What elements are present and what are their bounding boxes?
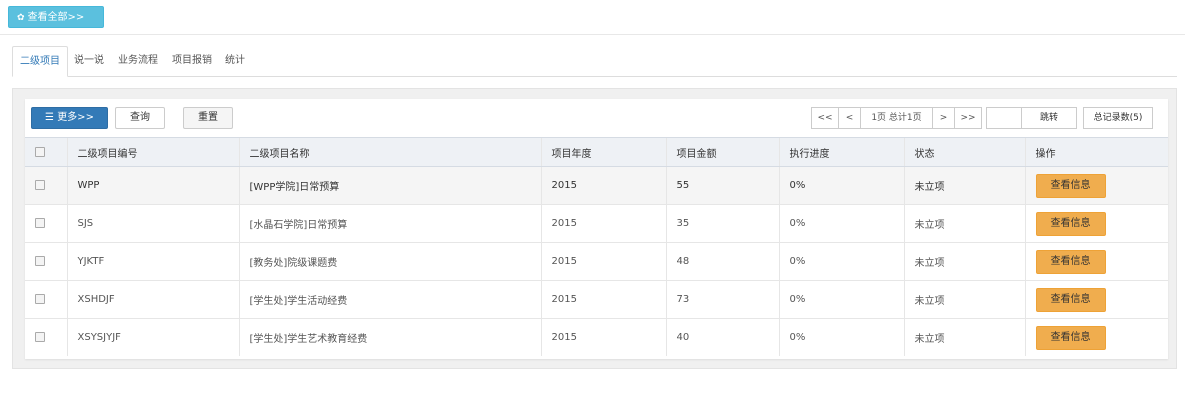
row-checkbox[interactable]	[35, 256, 45, 266]
tab-bar: 二级项目 说一说 业务流程 项目报销 统计	[12, 46, 1177, 77]
view-info-button[interactable]: 查看信息	[1035, 249, 1106, 274]
row-checkbox[interactable]	[35, 332, 45, 342]
next-page-button[interactable]: >	[932, 107, 955, 129]
table-row[interactable]: XSHDJF [学生处]学生活动经费 2015 73 0% 未立项 查看信息	[25, 280, 1168, 319]
list-icon: ☰	[45, 112, 54, 123]
cell-name: [学生处]学生艺术教育经费	[238, 318, 541, 356]
col-header-action: 操作	[1024, 137, 1168, 167]
tab-secondary-project[interactable]: 二级项目	[12, 46, 68, 77]
row-checkbox[interactable]	[35, 218, 45, 228]
first-page-button[interactable]: <<	[811, 107, 839, 129]
cell-code: YJKTF	[66, 242, 239, 281]
col-header-code: 二级项目编号	[66, 137, 239, 167]
project-table: 二级项目编号 二级项目名称 项目年度 项目金额 执行进度 状态 操作 WPP […	[25, 137, 1168, 356]
view-info-button[interactable]: 查看信息	[1035, 173, 1106, 198]
cell-status: 未立项	[903, 204, 1025, 243]
cell-name: [教务处]院级课题费	[238, 242, 541, 281]
table-row[interactable]: SJS [水晶石学院]日常预算 2015 35 0% 未立项 查看信息	[25, 204, 1168, 243]
jump-page-input[interactable]	[986, 107, 1022, 129]
cell-amount: 55	[665, 166, 779, 205]
col-header-progress: 执行进度	[778, 137, 904, 167]
cell-year: 2015	[540, 166, 666, 205]
cell-amount: 35	[665, 204, 779, 243]
cell-amount: 73	[665, 280, 779, 319]
jump-button[interactable]: 跳转	[1021, 107, 1077, 129]
tab-talk[interactable]: 说一说	[70, 46, 108, 76]
tab-reimbursement[interactable]: 项目报销	[167, 46, 217, 76]
cell-name: [学生处]学生活动经费	[238, 280, 541, 319]
tab-statistics[interactable]: 统计	[221, 46, 249, 76]
table-row[interactable]: YJKTF [教务处]院级课题费 2015 48 0% 未立项 查看信息	[25, 242, 1168, 281]
prev-page-button[interactable]: <	[838, 107, 861, 129]
col-header-name: 二级项目名称	[238, 137, 541, 167]
row-checkbox[interactable]	[35, 180, 45, 190]
col-header-year: 项目年度	[540, 137, 666, 167]
cell-code: SJS	[66, 204, 239, 243]
cell-year: 2015	[540, 242, 666, 281]
cell-year: 2015	[540, 204, 666, 243]
query-button[interactable]: 查询	[115, 107, 165, 129]
top-divider	[0, 34, 1185, 35]
pagination: << < 1页 总计1页 > >> 跳转 总记录数(5)	[811, 107, 1166, 129]
cell-amount: 40	[665, 318, 779, 356]
view-info-button[interactable]: 查看信息	[1035, 211, 1106, 236]
row-checkbox[interactable]	[35, 294, 45, 304]
page-info: 1页 总计1页	[860, 107, 933, 129]
col-header-status: 状态	[903, 137, 1025, 167]
tab-business-process[interactable]: 业务流程	[112, 46, 164, 76]
table-row[interactable]: XSYSJYJF [学生处]学生艺术教育经费 2015 40 0% 未立项 查看…	[25, 318, 1168, 356]
view-all-label: 查看全部>>	[27, 12, 85, 23]
reset-button[interactable]: 重置	[183, 107, 233, 129]
cell-progress: 0%	[778, 318, 904, 356]
gear-icon: ✿	[17, 13, 25, 23]
more-label: 更多>>	[57, 112, 94, 123]
cell-code: XSYSJYJF	[66, 318, 239, 356]
cell-year: 2015	[540, 280, 666, 319]
cell-name: [水晶石学院]日常预算	[238, 204, 541, 243]
more-button[interactable]: ☰ 更多>>	[31, 107, 108, 129]
table-row[interactable]: WPP [WPP学院]日常预算 2015 55 0% 未立项 查看信息	[25, 166, 1168, 205]
view-all-button[interactable]: ✿ 查看全部>>	[8, 6, 104, 28]
table-header-row: 二级项目编号 二级项目名称 项目年度 项目金额 执行进度 状态 操作	[25, 137, 1168, 167]
list-card: ☰ 更多>> 查询 重置 << < 1页 总计1页 > >> 跳转 总记录数(5…	[25, 99, 1168, 359]
cell-code: XSHDJF	[66, 280, 239, 319]
cell-status: 未立项	[903, 166, 1025, 205]
cell-status: 未立项	[903, 280, 1025, 319]
select-all-checkbox[interactable]	[35, 146, 45, 157]
view-info-button[interactable]: 查看信息	[1035, 287, 1106, 312]
cell-amount: 48	[665, 242, 779, 281]
cell-year: 2015	[540, 318, 666, 356]
cell-code: WPP	[66, 166, 239, 205]
total-records: 总记录数(5)	[1083, 107, 1153, 129]
view-info-button[interactable]: 查看信息	[1035, 325, 1106, 350]
col-header-amount: 项目金额	[665, 137, 779, 167]
cell-progress: 0%	[778, 204, 904, 243]
content-panel: ☰ 更多>> 查询 重置 << < 1页 总计1页 > >> 跳转 总记录数(5…	[12, 88, 1177, 369]
last-page-button[interactable]: >>	[954, 107, 982, 129]
cell-status: 未立项	[903, 318, 1025, 356]
cell-progress: 0%	[778, 242, 904, 281]
cell-name: [WPP学院]日常预算	[238, 166, 541, 205]
cell-progress: 0%	[778, 166, 904, 205]
select-all-cell	[25, 137, 67, 167]
cell-progress: 0%	[778, 280, 904, 319]
cell-status: 未立项	[903, 242, 1025, 281]
